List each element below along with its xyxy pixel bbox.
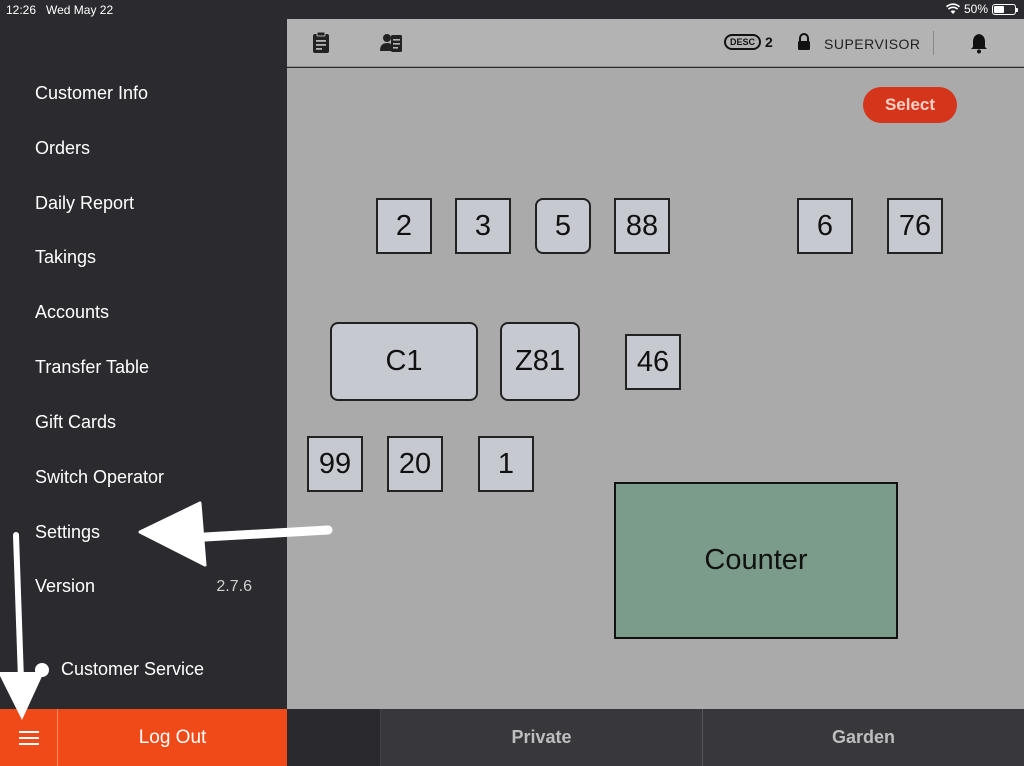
tab-garden[interactable]: Garden <box>702 709 1024 766</box>
table-1[interactable]: 1 <box>478 436 534 492</box>
table-99[interactable]: 99 <box>307 436 363 492</box>
battery-percent: 50% <box>963 2 988 16</box>
desc-indicator[interactable]: DESC 2 <box>724 34 773 50</box>
table-c1[interactable]: C1 <box>330 322 478 401</box>
desc-badge: DESC <box>724 34 762 50</box>
menu-item-accounts[interactable]: Accounts <box>35 302 109 323</box>
status-bar: 12:26 Wed May 22 50% <box>0 0 1024 19</box>
hamburger-button[interactable] <box>0 709 58 766</box>
menu-item-switch-operator[interactable]: Switch Operator <box>35 467 164 488</box>
table-88[interactable]: 88 <box>614 198 670 254</box>
menu-item-customer-info[interactable]: Customer Info <box>35 83 148 104</box>
customer-service-label: Customer Service <box>61 659 205 679</box>
status-right: 50% <box>945 2 1018 16</box>
table-z81[interactable]: Z81 <box>500 322 580 401</box>
menu-item-version: Version 2.7.6 <box>35 576 252 597</box>
table-5[interactable]: 5 <box>535 198 591 254</box>
menu-item-orders[interactable]: Orders <box>35 138 90 159</box>
battery-fill <box>994 5 1004 13</box>
customer-service-button[interactable]: Customer Service <box>35 659 204 680</box>
headset-icon <box>35 662 49 677</box>
battery-icon <box>992 3 1018 15</box>
toolbar-divider <box>933 31 934 55</box>
menu-item-daily-report[interactable]: Daily Report <box>35 193 134 214</box>
table-20[interactable]: 20 <box>387 436 443 492</box>
table-76[interactable]: 76 <box>887 198 943 254</box>
customer-card-icon[interactable] <box>379 31 403 55</box>
table-3[interactable]: 3 <box>455 198 511 254</box>
bell-icon[interactable] <box>968 32 990 54</box>
operator-role[interactable]: SUPERVISOR <box>824 36 921 52</box>
table-2[interactable]: 2 <box>376 198 432 254</box>
table-46[interactable]: 46 <box>625 334 681 390</box>
version-value: 2.7.6 <box>216 577 252 595</box>
menu-item-gift-cards[interactable]: Gift Cards <box>35 412 116 433</box>
lock-icon <box>798 33 810 50</box>
floor-plan: Select 2 3 5 88 6 76 C1 Z81 46 99 20 1 C… <box>287 68 1024 709</box>
counter-area[interactable]: Counter <box>614 482 898 639</box>
menu-item-transfer-table[interactable]: Transfer Table <box>35 357 149 378</box>
version-label: Version <box>35 576 96 596</box>
logout-button[interactable]: Log Out <box>58 709 287 766</box>
wifi-icon <box>945 3 960 14</box>
status-date: Wed May 22 <box>46 3 114 17</box>
select-button[interactable]: Select <box>863 87 957 123</box>
tab-private[interactable]: Private <box>380 709 702 766</box>
tab-main[interactable] <box>287 709 380 766</box>
bottom-bar: Log Out Private Garden <box>0 709 1024 766</box>
hamburger-icon <box>18 730 39 745</box>
menu-item-settings[interactable]: Settings <box>35 522 100 543</box>
top-toolbar: DESC 2 SUPERVISOR <box>287 19 1024 67</box>
menu-item-takings[interactable]: Takings <box>35 247 96 268</box>
desc-count: 2 <box>765 34 773 50</box>
sidebar: Customer Info Orders Daily Report Taking… <box>0 19 287 709</box>
clipboard-icon[interactable] <box>309 31 333 55</box>
status-time: 12:26 <box>6 3 37 17</box>
table-6[interactable]: 6 <box>797 198 853 254</box>
